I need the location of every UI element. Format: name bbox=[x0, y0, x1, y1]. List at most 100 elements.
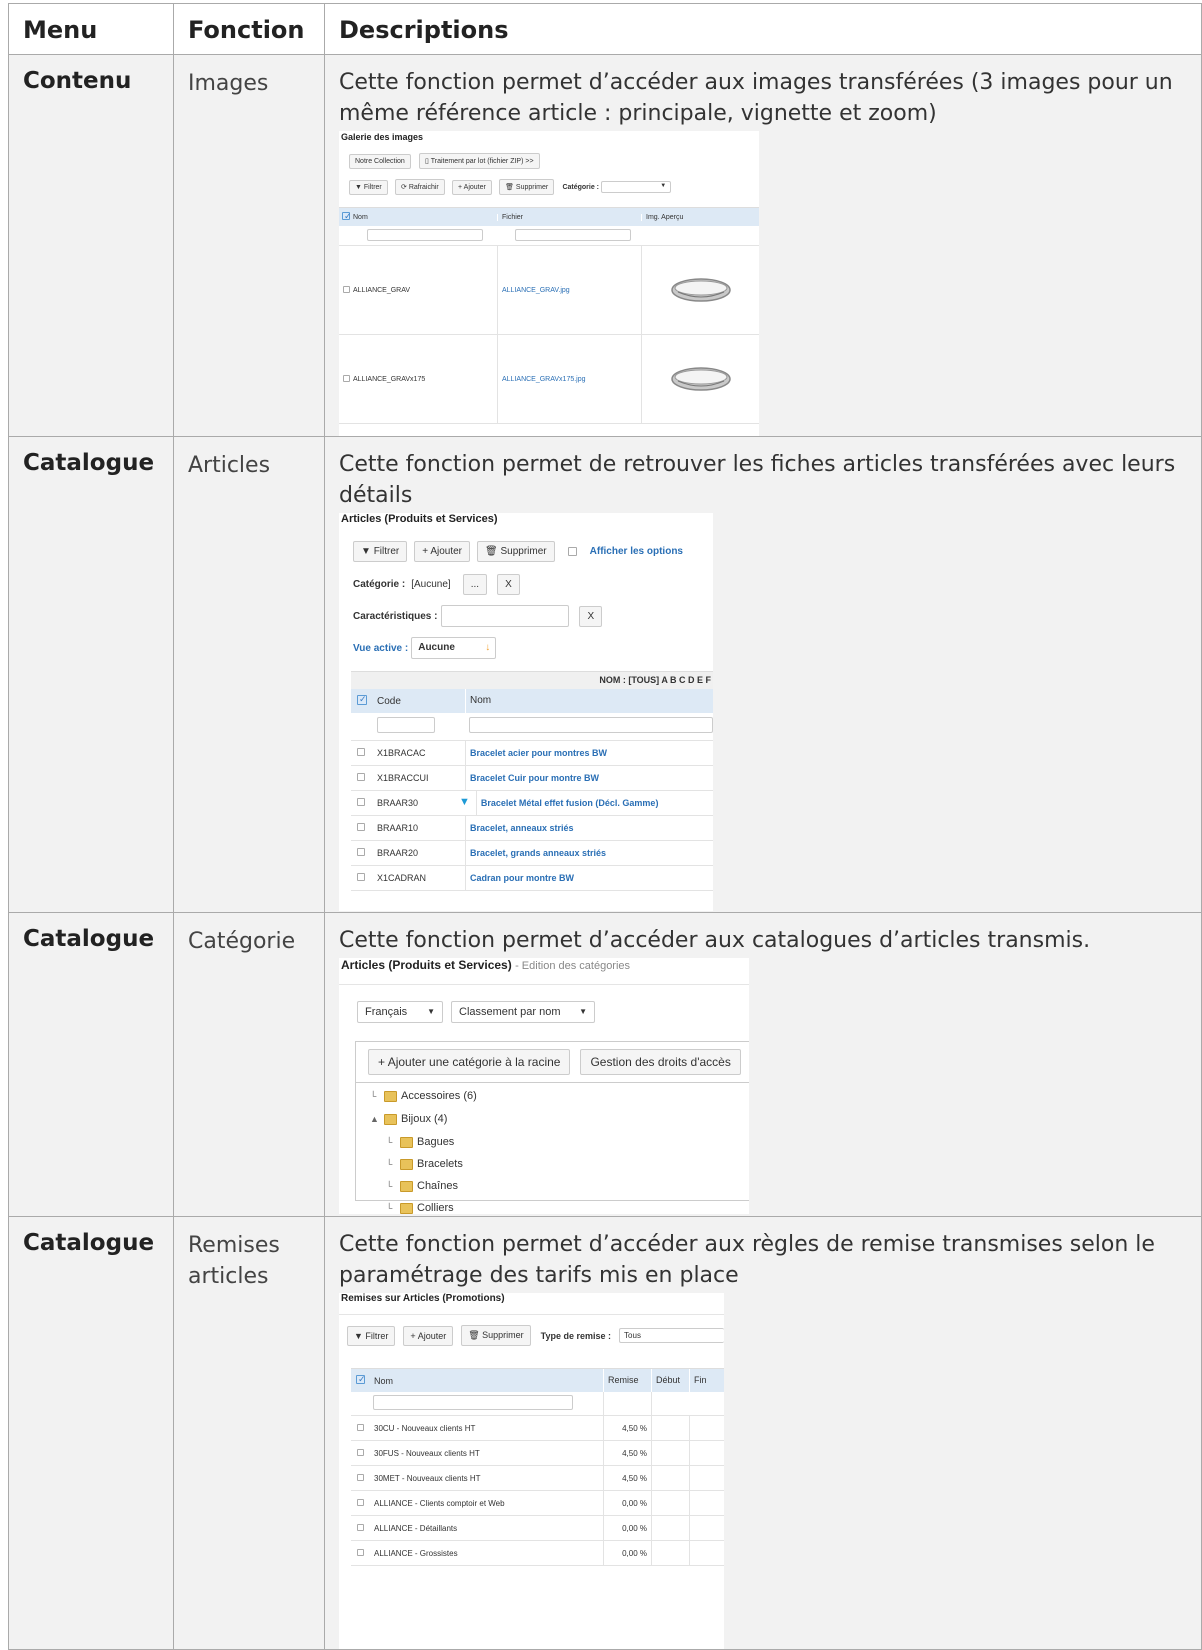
funnel-icon: ▼ bbox=[361, 546, 374, 557]
table-row[interactable]: BRAAR30 ▼ Bracelet Métal effet fusion (Déc… bbox=[351, 790, 713, 816]
alphabet-filter-bar[interactable]: NOM : [TOUS] A B C D E F bbox=[351, 672, 713, 689]
row-remise: 4,50 % bbox=[603, 1465, 651, 1491]
row-checkbox[interactable] bbox=[357, 1548, 364, 1556]
add-root-category-button[interactable]: + Ajouter une catégorie à la racine bbox=[368, 1049, 571, 1075]
row-checkbox[interactable] bbox=[357, 748, 365, 756]
table-row[interactable]: 30MET - Nouveaux clients HT 4,50 % bbox=[351, 1465, 724, 1491]
row-checkbox[interactable] bbox=[343, 374, 350, 382]
table-row[interactable]: 30CU - Nouveaux clients HT 4,50 % bbox=[351, 1415, 724, 1441]
row-code: BRAAR20 bbox=[377, 848, 419, 858]
row-checkbox[interactable] bbox=[357, 848, 365, 856]
filter-row bbox=[339, 226, 759, 246]
filter-label: Filtrer bbox=[365, 1330, 389, 1341]
row-checkbox[interactable] bbox=[357, 873, 365, 881]
tree-node-label: Colliers bbox=[417, 1202, 454, 1214]
language-select[interactable]: Français ▼ bbox=[357, 1001, 443, 1023]
delete-button[interactable]: 🗑 Supprimer bbox=[477, 541, 555, 562]
filter-button[interactable]: ▼ Filtrer bbox=[349, 180, 388, 195]
row-nom-link[interactable]: Bracelet, grands anneaux striés bbox=[465, 840, 713, 866]
access-rights-button[interactable]: Gestion des droits d'accès bbox=[580, 1049, 741, 1075]
tree-node[interactable]: └ Chaînes bbox=[356, 1175, 749, 1197]
row-nom-link[interactable]: Bracelet, anneaux striés bbox=[465, 815, 713, 841]
table-row[interactable]: BRAAR10 Bracelet, anneaux striés bbox=[351, 815, 713, 841]
add-button[interactable]: + Ajouter bbox=[414, 541, 471, 562]
table-row[interactable]: ALLIANCE - Grossistes 0,00 % bbox=[351, 1540, 724, 1566]
choose-category-button[interactable]: ... bbox=[462, 574, 488, 595]
row-checkbox[interactable] bbox=[357, 823, 365, 831]
filter-button[interactable]: ▼ Filtrer bbox=[347, 1325, 396, 1346]
row-checkbox[interactable] bbox=[357, 1473, 364, 1481]
discount-type-select[interactable]: Tous bbox=[619, 1328, 724, 1343]
add-label: Ajouter bbox=[417, 1330, 447, 1341]
category-label: Catégorie : bbox=[562, 184, 600, 191]
select-all-checkbox[interactable] bbox=[356, 1374, 366, 1385]
nom-filter-input[interactable] bbox=[367, 228, 483, 241]
trash-icon: 🗑 bbox=[485, 546, 501, 557]
collection-button[interactable]: Notre Collection bbox=[349, 154, 411, 169]
table-row[interactable]: 30FUS - Nouveaux clients HT 4,50 % bbox=[351, 1440, 724, 1466]
fichier-filter-input[interactable] bbox=[515, 228, 631, 241]
refresh-button[interactable]: ⟳ Rafraichir bbox=[395, 179, 445, 195]
filter-button[interactable]: ▼ Filtrer bbox=[353, 541, 408, 562]
discounts-screenshot: Remises sur Articles (Promotions) ▼ Filt… bbox=[339, 1293, 724, 1649]
row-fichier-link[interactable]: ALLIANCE_GRAVx175.jpg bbox=[497, 334, 641, 424]
grid-header: Code Nom bbox=[351, 689, 713, 713]
row-checkbox[interactable] bbox=[357, 773, 365, 781]
row-checkbox[interactable] bbox=[357, 1423, 364, 1431]
table-row[interactable]: ALLIANCE_GRAVx175 ALLIANCE_GRAVx175.jpg bbox=[339, 334, 759, 424]
row-nom: ALLIANCE_GRAVx175 bbox=[353, 375, 426, 383]
row-checkbox[interactable] bbox=[357, 1498, 364, 1506]
delete-button[interactable]: 🗑 Supprimer bbox=[499, 179, 555, 195]
table-row[interactable]: X1CADRAN Cadran pour montre BW bbox=[351, 865, 713, 891]
code-filter-input[interactable] bbox=[377, 717, 435, 733]
menu-cell: Catalogue bbox=[8, 436, 174, 913]
sort-select[interactable]: Classement par nom ▼ bbox=[451, 1001, 595, 1023]
sort-value: Classement par nom bbox=[459, 1006, 561, 1018]
tree-node[interactable]: └ Accessoires (6) bbox=[356, 1085, 749, 1107]
fonction-cell: Catégorie bbox=[173, 912, 325, 1217]
add-button[interactable]: + Ajouter bbox=[403, 1325, 454, 1346]
tree-node[interactable]: ▲ Bijoux (4) bbox=[356, 1107, 749, 1131]
nom-filter-input[interactable] bbox=[469, 717, 713, 733]
options-checkbox[interactable] bbox=[567, 547, 577, 556]
table-row[interactable]: ALLIANCE_GRAV ALLIANCE_GRAV.jpg bbox=[339, 245, 759, 335]
clear-category-button[interactable]: X bbox=[497, 574, 520, 595]
tree-node[interactable]: └ Bagues bbox=[356, 1131, 749, 1153]
row-nom-link[interactable]: Cadran pour montre BW bbox=[465, 865, 713, 891]
row-nom-link[interactable]: Bracelet Cuir pour montre BW bbox=[465, 765, 713, 791]
table-row[interactable]: ALLIANCE - Clients comptoir et Web 0,00 % bbox=[351, 1490, 724, 1516]
category-select[interactable]: ▼ bbox=[601, 180, 672, 193]
table-row[interactable]: BRAAR20 Bracelet, grands anneaux striés bbox=[351, 840, 713, 866]
row-checkbox[interactable] bbox=[357, 1523, 364, 1531]
ring-image-icon bbox=[670, 278, 731, 302]
add-button[interactable]: + Ajouter bbox=[452, 180, 492, 195]
add-label: Ajouter bbox=[463, 184, 486, 191]
clear-characteristics-button[interactable]: X bbox=[579, 605, 603, 627]
delete-label: Supprimer bbox=[515, 184, 549, 191]
batch-zip-button[interactable]: ▯ Traitement par lot (fichier ZIP) >> bbox=[419, 153, 540, 169]
discount-type-value: Tous bbox=[624, 1331, 641, 1340]
row-checkbox[interactable] bbox=[357, 1448, 364, 1456]
row-nom-link[interactable]: Bracelet acier pour montres BW bbox=[465, 740, 713, 766]
table-row[interactable]: X1BRACAC Bracelet acier pour montres BW bbox=[351, 740, 713, 766]
row-fichier-link[interactable]: ALLIANCE_GRAV.jpg bbox=[497, 245, 641, 335]
show-options-link[interactable]: Afficher les options bbox=[590, 546, 683, 557]
select-all-checkbox[interactable] bbox=[357, 694, 367, 705]
row-checkbox[interactable] bbox=[357, 798, 365, 806]
row-checkbox[interactable] bbox=[343, 285, 350, 293]
row-remise: 0,00 % bbox=[603, 1540, 651, 1566]
tree-node[interactable]: └ Bracelets bbox=[356, 1153, 749, 1175]
row-nom: ALLIANCE - Clients comptoir et Web bbox=[374, 1498, 505, 1508]
delete-button[interactable]: 🗑 Supprimer bbox=[461, 1325, 531, 1346]
table-row[interactable]: X1BRACCUI Bracelet Cuir pour montre BW bbox=[351, 765, 713, 791]
tree-node[interactable]: └ Colliers bbox=[356, 1197, 749, 1214]
select-all-checkbox[interactable] bbox=[342, 211, 352, 222]
table-row[interactable]: ALLIANCE - Détaillants 0,00 % bbox=[351, 1515, 724, 1541]
grid-header: Nom Fichier Img. Aperçu bbox=[339, 208, 759, 226]
fonction-cell: Remises articles bbox=[173, 1216, 325, 1650]
row-code: BRAAR10 bbox=[377, 823, 419, 833]
characteristics-input[interactable] bbox=[441, 605, 570, 627]
active-view-select[interactable]: Aucune ↓ bbox=[411, 637, 497, 659]
nom-filter-input[interactable] bbox=[373, 1395, 573, 1410]
row-nom-link[interactable]: Bracelet Métal effet fusion (Décl. Gamme… bbox=[475, 790, 713, 816]
